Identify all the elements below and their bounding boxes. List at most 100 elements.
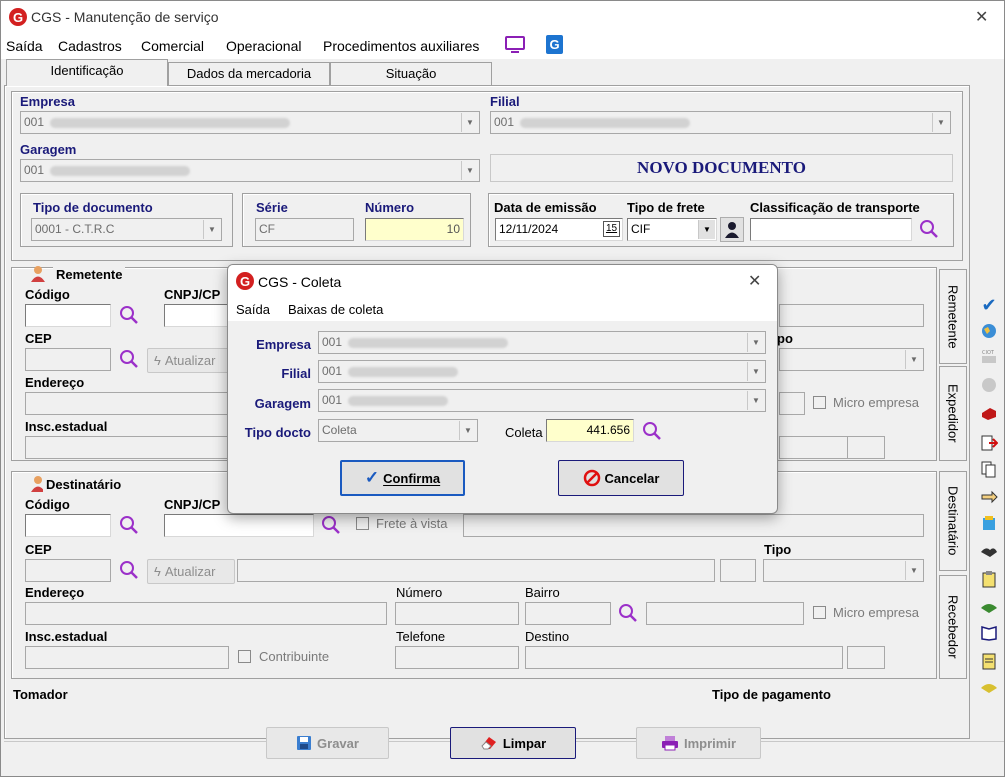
- hands-icon[interactable]: [979, 597, 999, 617]
- chevron-down-icon[interactable]: ▼: [905, 561, 922, 580]
- rem-codigo-field[interactable]: [25, 304, 111, 327]
- menu-cadastros[interactable]: Cadastros: [58, 38, 122, 54]
- dialog-garagem-combo[interactable]: 001 ▼: [318, 389, 766, 412]
- dialog-menu-baixas[interactable]: Baixas de coleta: [288, 302, 383, 317]
- search-icon[interactable]: [119, 515, 139, 535]
- truck-icon[interactable]: [979, 403, 999, 423]
- confirma-button[interactable]: ✓ Confirma: [340, 460, 465, 496]
- dialog-coleta-field[interactable]: 441.656: [546, 419, 634, 442]
- dest-bairro-nome-field[interactable]: [646, 602, 804, 625]
- chevron-down-icon[interactable]: ▼: [747, 391, 764, 410]
- check-icon[interactable]: ✔: [979, 295, 999, 315]
- search-icon[interactable]: [119, 305, 139, 325]
- dialog-tipo-docto-combo[interactable]: Coleta ▼: [318, 419, 478, 442]
- dest-contribuinte-checkbox[interactable]: [238, 650, 251, 663]
- tab-identificacao[interactable]: Identificação: [6, 59, 168, 86]
- ciot-icon[interactable]: CIOT: [979, 347, 999, 367]
- documents-icon[interactable]: [979, 459, 999, 479]
- dest-codigo-field[interactable]: [25, 514, 111, 537]
- dest-cep-field[interactable]: [25, 559, 111, 582]
- garagem-combo[interactable]: 001 ▼: [20, 159, 480, 182]
- rem-endereco-field[interactable]: [25, 392, 235, 415]
- chevron-down-icon[interactable]: ▼: [698, 220, 715, 239]
- empresa-combo[interactable]: 001 ▼: [20, 111, 480, 134]
- chevron-down-icon[interactable]: ▼: [459, 421, 476, 440]
- side-tab-destinatario[interactable]: Destinatário: [939, 471, 967, 571]
- rem-micro-checkbox[interactable]: [813, 396, 826, 409]
- dest-numero-field[interactable]: [395, 602, 519, 625]
- monitor-icon[interactable]: [505, 36, 525, 57]
- book-icon[interactable]: [979, 623, 999, 643]
- rem-uf-field[interactable]: [847, 436, 885, 459]
- handshake-icon[interactable]: [979, 541, 999, 561]
- gravar-button[interactable]: Gravar: [266, 727, 389, 759]
- dest-uf-field[interactable]: [720, 559, 756, 582]
- rem-insc-field[interactable]: [25, 436, 235, 459]
- side-tab-expedidor[interactable]: Expedidor: [939, 366, 967, 461]
- chevron-down-icon[interactable]: ▼: [932, 113, 949, 132]
- classificacao-field[interactable]: [750, 218, 912, 241]
- cgs-app-icon[interactable]: G: [546, 35, 563, 54]
- calendar-icon[interactable]: 15: [603, 221, 620, 237]
- chevron-down-icon[interactable]: ▼: [747, 362, 764, 381]
- dest-destino-uf-field[interactable]: [847, 646, 885, 669]
- tab-situacao[interactable]: Situação: [330, 62, 492, 85]
- dialog-menu-saida[interactable]: Saída: [236, 302, 270, 317]
- dest-tipo-combo[interactable]: ▼: [763, 559, 924, 582]
- close-icon[interactable]: ✕: [975, 7, 988, 27]
- rem-atualizar-button[interactable]: ϟ Atualizar: [147, 348, 235, 373]
- tipo-documento-combo[interactable]: 0001 - C.T.R.C ▼: [31, 218, 222, 241]
- search-icon[interactable]: [642, 421, 662, 441]
- close-icon[interactable]: ✕: [748, 271, 761, 291]
- data-emissao-field[interactable]: 12/11/2024 15: [495, 218, 623, 241]
- menu-operacional[interactable]: Operacional: [226, 38, 302, 54]
- search-icon[interactable]: [321, 515, 341, 535]
- hand-point-icon[interactable]: [979, 487, 999, 507]
- person-search-icon[interactable]: [720, 217, 744, 242]
- chevron-down-icon[interactable]: ▼: [747, 333, 764, 352]
- document-arrow-icon[interactable]: [979, 433, 999, 453]
- menu-comercial[interactable]: Comercial: [141, 38, 204, 54]
- report-icon[interactable]: [979, 651, 999, 671]
- dest-bairro-field[interactable]: [525, 602, 611, 625]
- dest-insc-field[interactable]: [25, 646, 229, 669]
- menu-saida[interactable]: Saída: [6, 38, 43, 54]
- building-icon[interactable]: [979, 513, 999, 533]
- dest-cnpj-field[interactable]: [164, 514, 314, 537]
- cancelar-button[interactable]: Cancelar: [558, 460, 684, 496]
- chevron-down-icon[interactable]: ▼: [905, 350, 922, 369]
- dest-destino-field[interactable]: [525, 646, 843, 669]
- clipboard-icon[interactable]: [979, 569, 999, 589]
- rem-nome-field[interactable]: [779, 304, 924, 327]
- circle-icon[interactable]: [979, 375, 999, 395]
- chevron-down-icon[interactable]: ▼: [203, 220, 220, 239]
- tab-dados-mercadoria[interactable]: Dados da mercadoria: [168, 62, 330, 85]
- serie-field[interactable]: CF: [255, 218, 354, 241]
- chevron-down-icon[interactable]: ▼: [461, 161, 478, 180]
- filial-combo[interactable]: 001 ▼: [490, 111, 951, 134]
- numero-field[interactable]: 10: [365, 218, 464, 241]
- rem-cep-field[interactable]: [25, 348, 111, 371]
- dest-endereco-field[interactable]: [25, 602, 387, 625]
- dialog-filial-combo[interactable]: 001 ▼: [318, 360, 766, 383]
- chevron-down-icon[interactable]: ▼: [461, 113, 478, 132]
- dest-frete-vista-checkbox[interactable]: [356, 517, 369, 530]
- tipo-frete-combo[interactable]: CIF ▼: [627, 218, 717, 241]
- menu-procedimentos[interactable]: Procedimentos auxiliares: [323, 38, 479, 54]
- dest-atualizar-button[interactable]: ϟ Atualizar: [147, 559, 235, 584]
- dest-cidade-field[interactable]: [237, 559, 715, 582]
- side-tab-recebedor[interactable]: Recebedor: [939, 575, 967, 679]
- search-icon[interactable]: [919, 219, 939, 239]
- search-icon[interactable]: [119, 349, 139, 369]
- rem-tipo-combo[interactable]: ▼: [779, 348, 924, 371]
- search-icon[interactable]: [618, 603, 638, 623]
- side-tab-remetente[interactable]: Remetente: [939, 269, 967, 364]
- imprimir-button[interactable]: Imprimir: [636, 727, 761, 759]
- search-icon[interactable]: [119, 560, 139, 580]
- dest-nome-field[interactable]: [463, 514, 924, 537]
- dialog-empresa-combo[interactable]: 001 ▼: [318, 331, 766, 354]
- money-hand-icon[interactable]: [979, 677, 999, 697]
- rem-bairro-field[interactable]: [779, 392, 805, 415]
- dest-micro-checkbox[interactable]: [813, 606, 826, 619]
- limpar-button[interactable]: Limpar: [450, 727, 576, 759]
